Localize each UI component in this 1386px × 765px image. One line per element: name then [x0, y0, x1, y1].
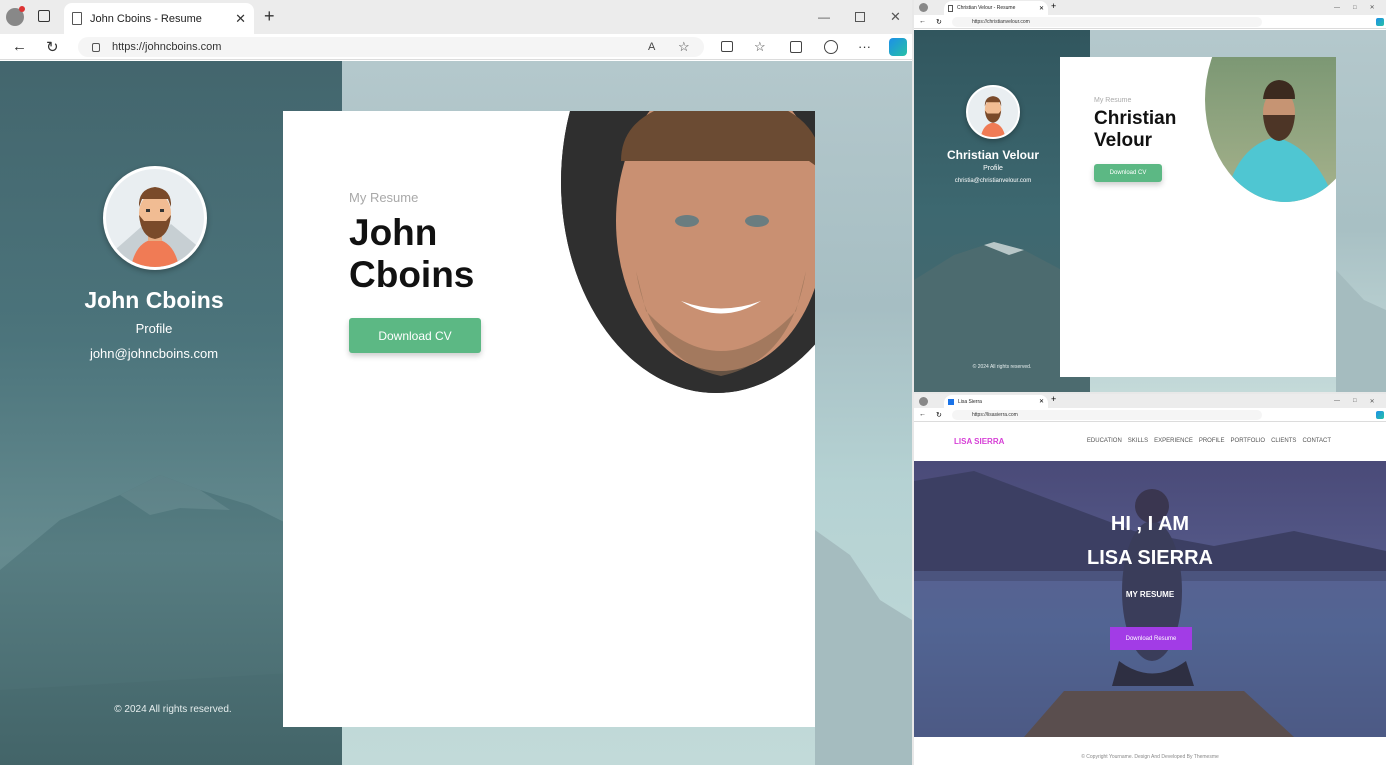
- minimize-icon[interactable]: —: [1334, 5, 1340, 11]
- extensions-icon[interactable]: [824, 39, 838, 54]
- toolbar: ← ↻ https://johncboins.com A ☆ ☆ ···: [0, 34, 912, 60]
- tab-title: Christian Velour - Resume: [957, 5, 1016, 11]
- tab-strip: John Cboins - Resume ✕ + — ✕: [0, 0, 912, 34]
- site-header: LISA SIERRA EDUCATION SKILLS EXPERIENCE …: [914, 423, 1386, 461]
- download-cv-button[interactable]: Download CV: [1094, 164, 1162, 182]
- footer-text: © Copyright Yourname. Design And Develop…: [1081, 754, 1219, 760]
- avatar: [103, 166, 207, 270]
- resume-last-name: Cboins: [349, 254, 475, 295]
- profile-photo: [1205, 57, 1336, 202]
- toolbar: ← ↻ https://christianvelour.com: [914, 15, 1386, 29]
- sidebar-name: Christian Velour: [946, 148, 1040, 162]
- close-icon[interactable]: ✕: [235, 11, 246, 27]
- new-tab-icon[interactable]: +: [264, 6, 275, 27]
- address-bar[interactable]: https://johncboins.com A ☆: [78, 37, 704, 57]
- tab-strip: Christian Velour - Resume ✕ + — □ ✕: [914, 0, 1386, 15]
- lock-icon: [92, 42, 100, 52]
- download-cv-button[interactable]: Download CV: [349, 318, 481, 353]
- resume-first-name: John: [349, 212, 438, 253]
- close-icon[interactable]: ✕: [1039, 398, 1044, 405]
- maximize-icon[interactable]: □: [1353, 398, 1357, 404]
- nav-experience[interactable]: EXPERIENCE: [1154, 438, 1193, 444]
- close-icon[interactable]: ✕: [1039, 5, 1044, 12]
- resume-first-name: Christian: [1094, 108, 1177, 129]
- copilot-icon[interactable]: [1376, 410, 1384, 419]
- hero-section: HI , I AM LISA SIERRA MY RESUME Download…: [914, 461, 1386, 737]
- copilot-icon[interactable]: [889, 37, 907, 56]
- tab-strip: Lisa Sierra ✕ + — □ ✕: [914, 394, 1386, 408]
- notification-dot-icon: [19, 6, 25, 12]
- favorite-icon[interactable]: ☆: [678, 39, 690, 55]
- page-icon: [72, 12, 82, 25]
- collections-icon[interactable]: [790, 40, 802, 53]
- profile-icon[interactable]: [919, 3, 928, 12]
- hero-subtitle: MY RESUME: [1125, 590, 1175, 599]
- nav-portfolio[interactable]: PORTFOLIO: [1231, 438, 1266, 444]
- back-icon[interactable]: ←: [919, 18, 926, 25]
- sidebar-profile-link[interactable]: Profile: [914, 165, 1072, 172]
- refresh-icon[interactable]: ↻: [936, 411, 942, 419]
- favorites-icon[interactable]: ☆: [754, 39, 766, 55]
- resume-card: My Resume Christian Velour Download CV: [1060, 57, 1336, 377]
- split-screen-icon[interactable]: [721, 41, 733, 52]
- resume-last-name: Velour: [1094, 130, 1153, 151]
- maximize-icon[interactable]: □: [1353, 5, 1357, 11]
- hero-image: [914, 471, 1386, 737]
- more-icon[interactable]: ···: [858, 39, 871, 54]
- back-icon[interactable]: ←: [919, 411, 926, 418]
- tab-active[interactable]: Christian Velour - Resume ✕: [944, 1, 1048, 15]
- minimize-icon[interactable]: —: [1334, 398, 1340, 404]
- nav-clients[interactable]: CLIENTS: [1271, 438, 1296, 444]
- new-tab-icon[interactable]: +: [1051, 394, 1056, 404]
- christian-browser-window: Christian Velour - Resume ✕ + — □ ✕ ← ↻ …: [914, 0, 1386, 392]
- sidebar-email[interactable]: christia@christianvelour.com: [914, 178, 1072, 184]
- toolbar: ← ↻ https://lisasierra.com: [914, 408, 1386, 422]
- url-text: https://lisasierra.com: [972, 412, 1018, 418]
- nav-contact[interactable]: CONTACT: [1302, 438, 1331, 444]
- avatar-illustration: [980, 96, 1006, 137]
- tab-title: John Cboins - Resume: [90, 12, 202, 25]
- hero-line-2: LISA SIERRA: [1087, 547, 1213, 569]
- lisa-browser-window: Lisa Sierra ✕ + — □ ✕ ← ↻ https://lisasi…: [914, 394, 1386, 765]
- read-aloud-icon[interactable]: A: [648, 41, 655, 53]
- url-text: https://johncboins.com: [112, 41, 222, 53]
- tab-actions-icon[interactable]: [38, 10, 50, 22]
- resume-card: My Resume John Cboins Download CV: [283, 111, 815, 727]
- tab-active[interactable]: Lisa Sierra ✕: [944, 395, 1048, 408]
- tab-title: Lisa Sierra: [958, 398, 982, 405]
- new-tab-icon[interactable]: +: [1051, 1, 1056, 11]
- sidebar-profile-link[interactable]: Profile: [0, 321, 308, 336]
- maximize-icon[interactable]: [855, 12, 865, 22]
- avatar: [966, 85, 1020, 139]
- close-window-icon[interactable]: ✕: [1370, 398, 1375, 405]
- main-nav: EDUCATION SKILLS EXPERIENCE PROFILE PORT…: [1081, 438, 1331, 444]
- nav-skills[interactable]: SKILLS: [1128, 438, 1148, 444]
- download-resume-button[interactable]: Download Resume: [1110, 627, 1192, 650]
- photo-person: [1225, 80, 1335, 202]
- close-window-icon[interactable]: ✕: [1370, 4, 1375, 11]
- copilot-icon[interactable]: [1376, 17, 1384, 26]
- back-icon[interactable]: ←: [12, 38, 27, 55]
- profile-icon[interactable]: [919, 397, 928, 406]
- tab-active[interactable]: John Cboins - Resume ✕: [64, 3, 254, 34]
- close-window-icon[interactable]: ✕: [890, 9, 901, 25]
- refresh-icon[interactable]: ↻: [936, 18, 942, 26]
- page-icon: [948, 4, 953, 12]
- resume-subtitle: My Resume: [1094, 97, 1132, 104]
- avatar-illustration: [116, 187, 201, 267]
- refresh-icon[interactable]: ↻: [46, 38, 59, 56]
- brand-logo[interactable]: LISA SIERRA: [954, 437, 1004, 446]
- nav-profile[interactable]: PROFILE: [1199, 438, 1225, 444]
- nav-education[interactable]: EDUCATION: [1087, 438, 1122, 444]
- resume-subtitle: My Resume: [349, 190, 419, 205]
- sidebar-name: John Cboins: [84, 287, 224, 313]
- url-text: https://christianvelour.com: [972, 19, 1030, 25]
- main-browser-window: John Cboins - Resume ✕ + — ✕ ← ↻ https:/…: [0, 0, 912, 765]
- address-bar[interactable]: https://christianvelour.com: [952, 17, 1262, 27]
- hero-line-1: HI , I AM: [1110, 513, 1190, 535]
- sidebar-email[interactable]: john@johncboins.com: [0, 346, 308, 361]
- site-favicon-icon: [948, 398, 954, 405]
- minimize-icon[interactable]: —: [818, 10, 830, 24]
- address-bar[interactable]: https://lisasierra.com: [952, 410, 1262, 420]
